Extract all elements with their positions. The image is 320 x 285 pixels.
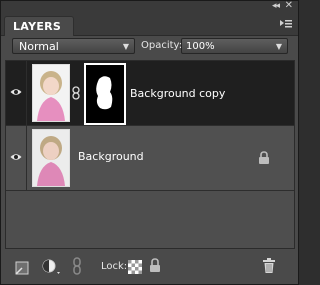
layers-footer: Lock: (1, 251, 298, 284)
panel-title-strip: ◂◂ ✕ (1, 0, 298, 13)
eye-icon (10, 154, 22, 160)
close-panel-icon[interactable]: ✕ (285, 0, 293, 11)
layers-panel: ◂◂ ✕ LAYERS Normal ▼ Opacity: 100% ▼ Bac… (0, 0, 299, 285)
layer-name[interactable]: Background (78, 150, 144, 163)
new-layer-icon[interactable] (15, 260, 29, 279)
layer-row-background[interactable]: Background (6, 126, 294, 191)
mask-link-icon[interactable] (71, 85, 81, 100)
blend-mode-select[interactable]: Normal ▼ (12, 38, 135, 54)
layer-thumbnail[interactable] (32, 129, 70, 187)
tab-bar: LAYERS (1, 13, 298, 36)
eye-icon (10, 89, 22, 95)
layers-list: Background copy Background (5, 60, 295, 249)
opacity-field[interactable]: 100% ▼ (181, 38, 288, 54)
chevron-down-icon: ▼ (122, 42, 129, 51)
layer-thumbnail[interactable] (32, 64, 70, 122)
layer-row-background-copy[interactable]: Background copy (6, 61, 294, 126)
collapse-panel-icon[interactable]: ◂◂ (272, 1, 280, 11)
opacity-label: Opacity: (141, 40, 183, 51)
layer-options-row: Normal ▼ Opacity: 100% ▼ (1, 36, 298, 58)
lock-all-icon[interactable] (149, 258, 161, 277)
trash-icon[interactable] (263, 258, 275, 277)
layer-mask-thumbnail[interactable] (84, 63, 126, 125)
link-layers-icon[interactable] (72, 257, 82, 279)
tab-layers[interactable]: LAYERS (4, 16, 75, 36)
visibility-toggle[interactable] (6, 126, 27, 190)
visibility-toggle[interactable] (6, 61, 27, 125)
blend-mode-value: Normal (19, 40, 59, 53)
lock-label: Lock: (101, 261, 128, 272)
opacity-value: 100% (186, 41, 215, 52)
adjustment-layer-icon[interactable] (42, 259, 62, 279)
lock-transparent-pixels-icon[interactable] (128, 259, 142, 278)
lock-icon (258, 149, 270, 168)
panel-menu-icon[interactable] (280, 18, 292, 30)
layer-name[interactable]: Background copy (130, 87, 225, 100)
chevron-down-icon: ▼ (275, 42, 282, 51)
